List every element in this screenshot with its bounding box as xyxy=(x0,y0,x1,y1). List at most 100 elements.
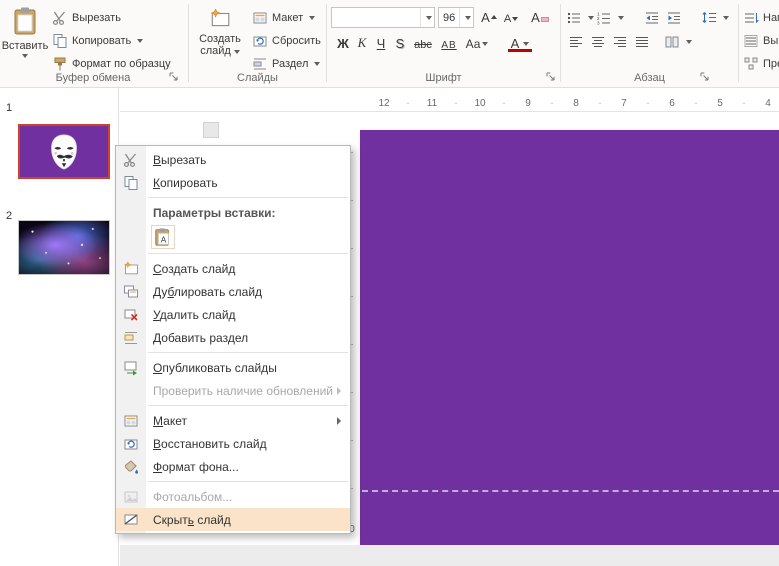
font-name-combobox[interactable] xyxy=(331,7,435,28)
chevron-down-icon xyxy=(723,16,729,20)
scissors-icon xyxy=(52,10,68,26)
font-dialog-launcher[interactable] xyxy=(545,71,556,82)
text-direction-label: Напр xyxy=(763,12,779,24)
font-color-button[interactable]: А xyxy=(506,33,534,53)
menu-item-publish-slides[interactable]: Опубликовать слайды xyxy=(116,356,350,379)
menu-item-reset-slide[interactable]: Восстановить слайд xyxy=(116,432,350,455)
italic-button[interactable]: К xyxy=(353,33,371,53)
menu-item-label: Создать слайд xyxy=(153,261,236,276)
menu-item-label: Формат фона... xyxy=(153,459,239,474)
new-slide-icon xyxy=(116,260,146,277)
menu-item-new-slide[interactable]: Создать слайд xyxy=(116,257,350,280)
clipboard-icon xyxy=(13,6,37,36)
grow-font-label: А xyxy=(481,10,490,25)
ruler-tick: · xyxy=(646,98,650,109)
menu-item-add-section[interactable]: Добавить раздел xyxy=(116,326,350,349)
copy-icon xyxy=(52,33,68,49)
font-group-label: Шрифт xyxy=(425,72,462,84)
new-slide-label-1: Создать xyxy=(199,33,241,45)
layout-label: Макет xyxy=(272,12,304,24)
slide-thumbnail-1-selected[interactable] xyxy=(18,124,110,179)
menu-item-hide-slide[interactable]: Скрыть слайд xyxy=(116,508,350,531)
menu-item-label: Проверить наличие обновлений xyxy=(153,383,333,398)
bullets-icon xyxy=(566,10,582,26)
text-shadow-label: S xyxy=(395,36,405,51)
menu-item-delete-slide[interactable]: Удалить слайд xyxy=(116,303,350,326)
paste-option-keep-source-formatting[interactable]: А xyxy=(151,225,175,249)
new-slide-label-2: слайд xyxy=(200,45,231,57)
font-size-combobox[interactable]: 96 xyxy=(438,7,474,28)
align-right-button[interactable] xyxy=(612,32,628,52)
decrease-indent-button[interactable] xyxy=(644,8,660,28)
clear-formatting-button[interactable]: А xyxy=(529,7,551,27)
menu-item-label: Восстановить слайд xyxy=(153,436,267,451)
bullets-button[interactable] xyxy=(566,8,594,28)
slide-canvas[interactable] xyxy=(360,130,779,545)
paragraph-group-label: Абзац xyxy=(634,72,665,84)
strikethrough-label: abc xyxy=(414,39,432,51)
reset-button[interactable]: Сбросить xyxy=(252,31,321,51)
add-section-icon xyxy=(116,330,146,346)
clipboard-dialog-launcher[interactable] xyxy=(168,71,179,82)
ruler-tick: · xyxy=(742,98,746,109)
copy-icon xyxy=(116,175,146,191)
chevron-down-icon xyxy=(618,16,624,20)
numbering-button[interactable]: 123 xyxy=(596,8,624,28)
menu-item-duplicate-slide[interactable]: Дублировать слайд xyxy=(116,280,350,303)
change-case-label: Аа xyxy=(465,37,481,51)
menu-item-copy[interactable]: Копировать xyxy=(116,171,350,194)
align-text-button[interactable]: Выро xyxy=(743,31,779,51)
layout-icon xyxy=(252,10,268,26)
text-shadow-button[interactable]: S xyxy=(391,33,409,53)
paste-button[interactable]: Вставить xyxy=(1,2,49,80)
line-spacing-button[interactable] xyxy=(701,8,729,28)
align-left-button[interactable] xyxy=(568,32,584,52)
menu-item-cut[interactable]: Вырезать xyxy=(116,148,350,171)
paste-button-label: Вставить xyxy=(1,40,49,52)
ribbon: Вставить Вырезать Копировать Формат по о… xyxy=(0,0,779,88)
ruler-number: 12 xyxy=(378,98,390,109)
chevron-down-icon xyxy=(233,50,240,54)
section-button[interactable]: Раздел xyxy=(252,54,321,74)
ruler-number: 11 xyxy=(426,98,438,109)
convert-smartart-button[interactable]: Прео xyxy=(743,54,779,74)
menu-separator xyxy=(148,481,348,482)
slide-thumbnail-2[interactable] xyxy=(18,220,110,275)
ruler-number: 4 xyxy=(765,98,771,109)
format-painter-button[interactable]: Формат по образцу xyxy=(52,54,171,74)
bold-button[interactable]: Ж xyxy=(334,33,352,53)
new-slide-button[interactable]: Создать слайд xyxy=(193,2,247,80)
grow-font-button[interactable]: А xyxy=(479,7,499,27)
line-spacing-icon xyxy=(701,10,717,26)
editor-background xyxy=(120,545,779,566)
publish-slides-icon xyxy=(116,360,146,376)
menu-item-layout[interactable]: Макет xyxy=(116,409,350,432)
shrink-font-button[interactable]: А xyxy=(501,7,521,27)
smartart-label: Прео xyxy=(763,58,779,70)
slide-number: 2 xyxy=(6,210,13,222)
paste-options-caption: Параметры вставки: xyxy=(153,205,276,220)
increase-indent-button[interactable] xyxy=(666,8,682,28)
slide-number: 1 xyxy=(6,102,13,114)
strikethrough-button[interactable]: abc xyxy=(410,33,436,53)
layout-button[interactable]: Макет xyxy=(252,8,316,28)
columns-button[interactable] xyxy=(664,32,692,52)
chevron-down-icon xyxy=(588,16,594,20)
svg-text:3: 3 xyxy=(597,20,600,25)
underline-button[interactable]: Ч xyxy=(372,33,390,53)
ruler-number: 7 xyxy=(621,98,627,109)
align-center-button[interactable] xyxy=(590,32,606,52)
italic-label: К xyxy=(357,35,367,50)
change-case-button[interactable]: Аа xyxy=(462,33,492,53)
text-direction-button[interactable]: Напр xyxy=(743,8,779,28)
layout-icon xyxy=(116,413,146,429)
menu-item-label: Опубликовать слайды xyxy=(153,360,277,375)
menu-item-format-background[interactable]: Формат фона... xyxy=(116,455,350,478)
menu-separator xyxy=(148,197,348,198)
justify-button[interactable] xyxy=(634,32,650,52)
paragraph-dialog-launcher[interactable] xyxy=(699,71,710,82)
copy-button[interactable]: Копировать xyxy=(52,31,144,51)
character-spacing-button[interactable]: АВ xyxy=(438,33,460,53)
cut-button[interactable]: Вырезать xyxy=(52,8,121,28)
menu-separator xyxy=(148,405,348,406)
